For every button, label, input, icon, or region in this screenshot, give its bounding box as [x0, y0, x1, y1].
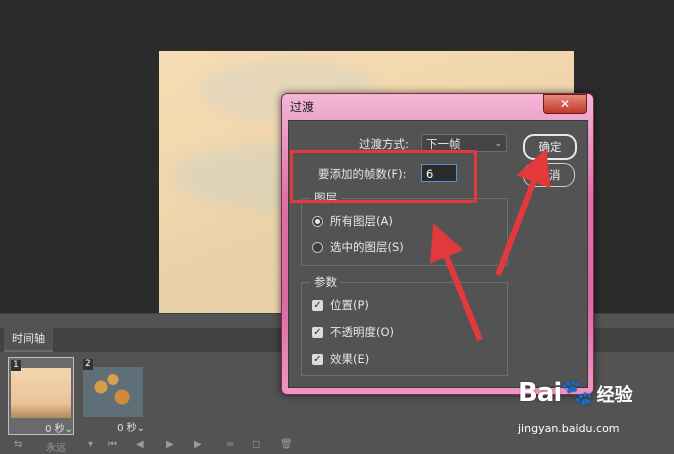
arrow-to-ok	[495, 148, 551, 277]
paw-icon: 🐾	[561, 378, 593, 408]
watermark-brand-cn: 经验	[596, 385, 633, 406]
watermark: Bai🐾 经验 jingyan.baidu.com	[518, 378, 633, 435]
frame-number: 2	[83, 359, 93, 370]
arrow-to-frames	[429, 223, 483, 342]
watermark-url: jingyan.baidu.com	[518, 422, 620, 435]
frame-number: 1	[11, 360, 21, 371]
watermark-brand: Bai	[518, 378, 562, 408]
